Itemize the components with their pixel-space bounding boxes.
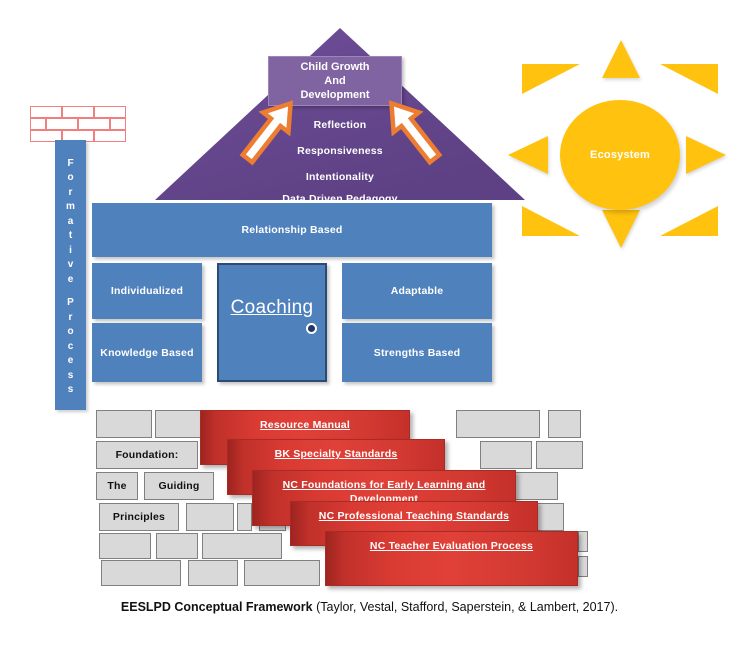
sun-ray-e — [686, 136, 726, 174]
formative-letter: e — [67, 355, 74, 366]
formative-letter: t — [68, 230, 73, 241]
foundation-brick-principles: Principles — [99, 503, 179, 531]
foundation-brick — [101, 560, 181, 586]
coaching-door: Coaching — [217, 263, 327, 382]
box-label: Individualized — [110, 285, 184, 297]
formative-letter: i — [69, 244, 72, 256]
box-adaptable: Adaptable — [342, 263, 492, 319]
doorknob-icon — [306, 323, 317, 334]
box-knowledge-based: Knowledge Based — [92, 323, 202, 382]
formative-letter: F — [67, 157, 74, 169]
formative-letter: o — [67, 172, 74, 183]
foundation-brick-the: The — [96, 472, 138, 500]
foundation-bricks: Foundation: The Guiding Principles Resou… — [92, 408, 592, 586]
roof-principle: Reflection — [313, 119, 367, 131]
foundation-brick — [578, 556, 588, 577]
sun-ray-se — [660, 206, 718, 236]
chimney-brick — [94, 130, 126, 142]
formative-letter: e — [67, 273, 74, 285]
box-strengths-based: Strengths Based — [342, 323, 492, 382]
formative-letter: s — [67, 384, 74, 395]
chimney-brick — [30, 118, 47, 130]
banner-label: NC Professional Teaching Standards — [318, 510, 510, 522]
chimney-brick — [61, 106, 95, 118]
coaching-label: Coaching — [230, 297, 314, 318]
foundation-brick — [548, 410, 581, 438]
formative-process-column: F o r m a t i v e P r o c e s s — [55, 140, 86, 410]
foundation-brick — [188, 560, 238, 586]
formative-letter: s — [67, 369, 74, 381]
foundation-brick — [202, 533, 282, 559]
box-label: Relationship Based — [241, 224, 343, 236]
caption-citation: (Taylor, Vestal, Stafford, Saperstein, &… — [312, 600, 619, 614]
foundation-brick — [99, 533, 151, 559]
formative-letter: a — [67, 215, 74, 227]
cgd-line: Child Growth — [300, 61, 370, 73]
foundation-brick — [536, 441, 583, 469]
sun-core: Ecosystem — [560, 100, 680, 210]
figure-caption: EESLPD Conceptual Framework (Taylor, Ves… — [0, 600, 739, 614]
sun-ray-n — [602, 40, 640, 78]
banner-nc-teacher-evaluation-process: NC Teacher Evaluation Process — [325, 531, 578, 586]
sun-ray-s — [602, 210, 640, 248]
box-label: Knowledge Based — [100, 346, 194, 359]
banner-label: Resource Manual — [260, 419, 350, 431]
ecosystem-sun: Ecosystem — [500, 28, 739, 248]
box-label: Adaptable — [390, 285, 444, 297]
foundation-brick — [156, 533, 198, 559]
foundation-brick — [578, 531, 588, 552]
sun-label: Ecosystem — [590, 149, 650, 161]
formative-letter: o — [67, 326, 74, 337]
roof-triangle: Child Growth And Development Reflection … — [155, 28, 525, 205]
formative-letter: P — [67, 297, 74, 308]
foundation-brick-label: Principles — [112, 511, 166, 523]
foundation-brick — [456, 410, 540, 438]
box-relationship-based: Relationship Based — [92, 203, 492, 257]
formative-letter: m — [66, 201, 75, 212]
foundation-brick — [237, 503, 252, 531]
formative-letter: c — [67, 340, 74, 352]
chimney-brick — [77, 118, 110, 130]
house-body: Relationship Based Individualized Knowle… — [92, 203, 492, 408]
roof-principle: Responsiveness — [297, 145, 383, 157]
foundation-brick — [96, 410, 152, 438]
chimney-brick — [46, 118, 78, 130]
chimney-brick — [109, 118, 126, 130]
cgd-line: Development — [300, 89, 370, 101]
chimney-row — [30, 106, 126, 118]
formative-letter: r — [68, 186, 73, 198]
foundation-brick-guiding: Guiding — [144, 472, 214, 500]
sun-ray-nw — [522, 64, 580, 94]
caption-title: EESLPD Conceptual Framework — [120, 600, 313, 614]
banner-label: BK Specialty Standards — [274, 448, 398, 460]
cgd-line: And — [324, 75, 346, 87]
sun-ray-sw — [522, 206, 580, 236]
chimney-bricks — [30, 106, 126, 144]
foundation-brick-label: Guiding — [158, 480, 200, 492]
box-individualized: Individualized — [92, 263, 202, 319]
roof-principle: Intentionality — [305, 171, 375, 183]
sun-ray-ne — [660, 64, 718, 94]
formative-letter: v — [67, 259, 74, 270]
foundation-brick — [480, 441, 532, 469]
banner-label: NC Teacher Evaluation Process — [369, 540, 534, 552]
chimney-brick — [30, 106, 62, 118]
foundation-brick — [155, 410, 205, 438]
foundation-brick-foundation: Foundation: — [96, 441, 198, 469]
foundation-brick — [244, 560, 320, 586]
box-label: Strengths Based — [373, 346, 461, 359]
foundation-brick — [186, 503, 234, 531]
eeslpd-conceptual-framework-figure: Ecosystem F o r m a t i v e P r o c e s … — [0, 0, 739, 661]
chimney-row — [30, 118, 126, 130]
chimney-brick — [94, 106, 126, 118]
foundation-brick-label: The — [107, 480, 127, 492]
formative-letter: r — [68, 311, 73, 323]
foundation-brick-label: Foundation: — [115, 449, 179, 461]
